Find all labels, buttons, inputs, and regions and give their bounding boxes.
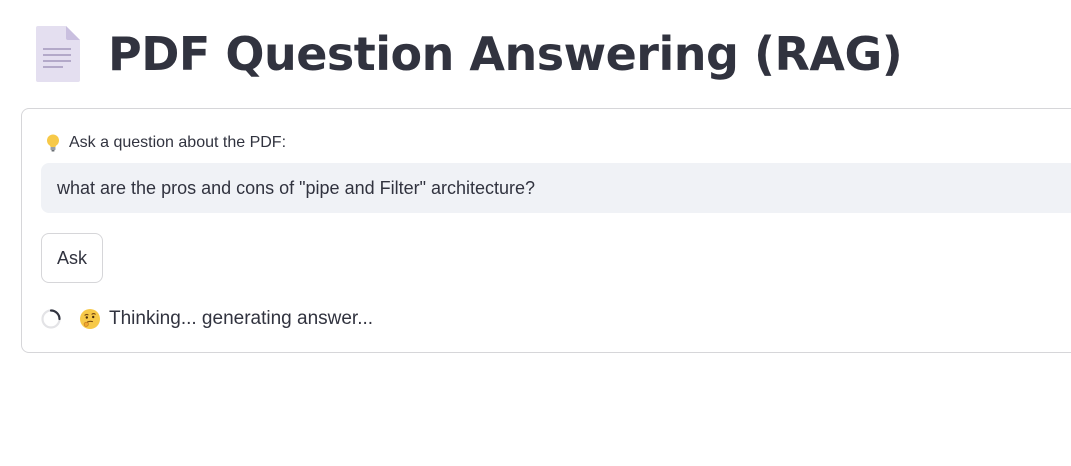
status-row: Thinking... generating answer... [41, 306, 373, 332]
spinner-icon [41, 309, 61, 329]
document-icon [36, 26, 80, 82]
question-form: Ask a question about the PDF: Ask Thinki… [21, 108, 1071, 353]
question-label: Ask a question about the PDF: [46, 134, 286, 152]
lightbulb-icon [47, 134, 59, 152]
question-label-text: Ask a question about the PDF: [69, 134, 287, 151]
page-header: PDF Question Answering (RAG) [36, 24, 903, 84]
status-text: Thinking... generating answer... [109, 308, 374, 329]
question-input[interactable] [41, 163, 1071, 213]
page-title: PDF Question Answering (RAG) [108, 27, 903, 81]
thinking-face-icon [80, 309, 100, 329]
ask-button[interactable]: Ask [41, 233, 103, 283]
